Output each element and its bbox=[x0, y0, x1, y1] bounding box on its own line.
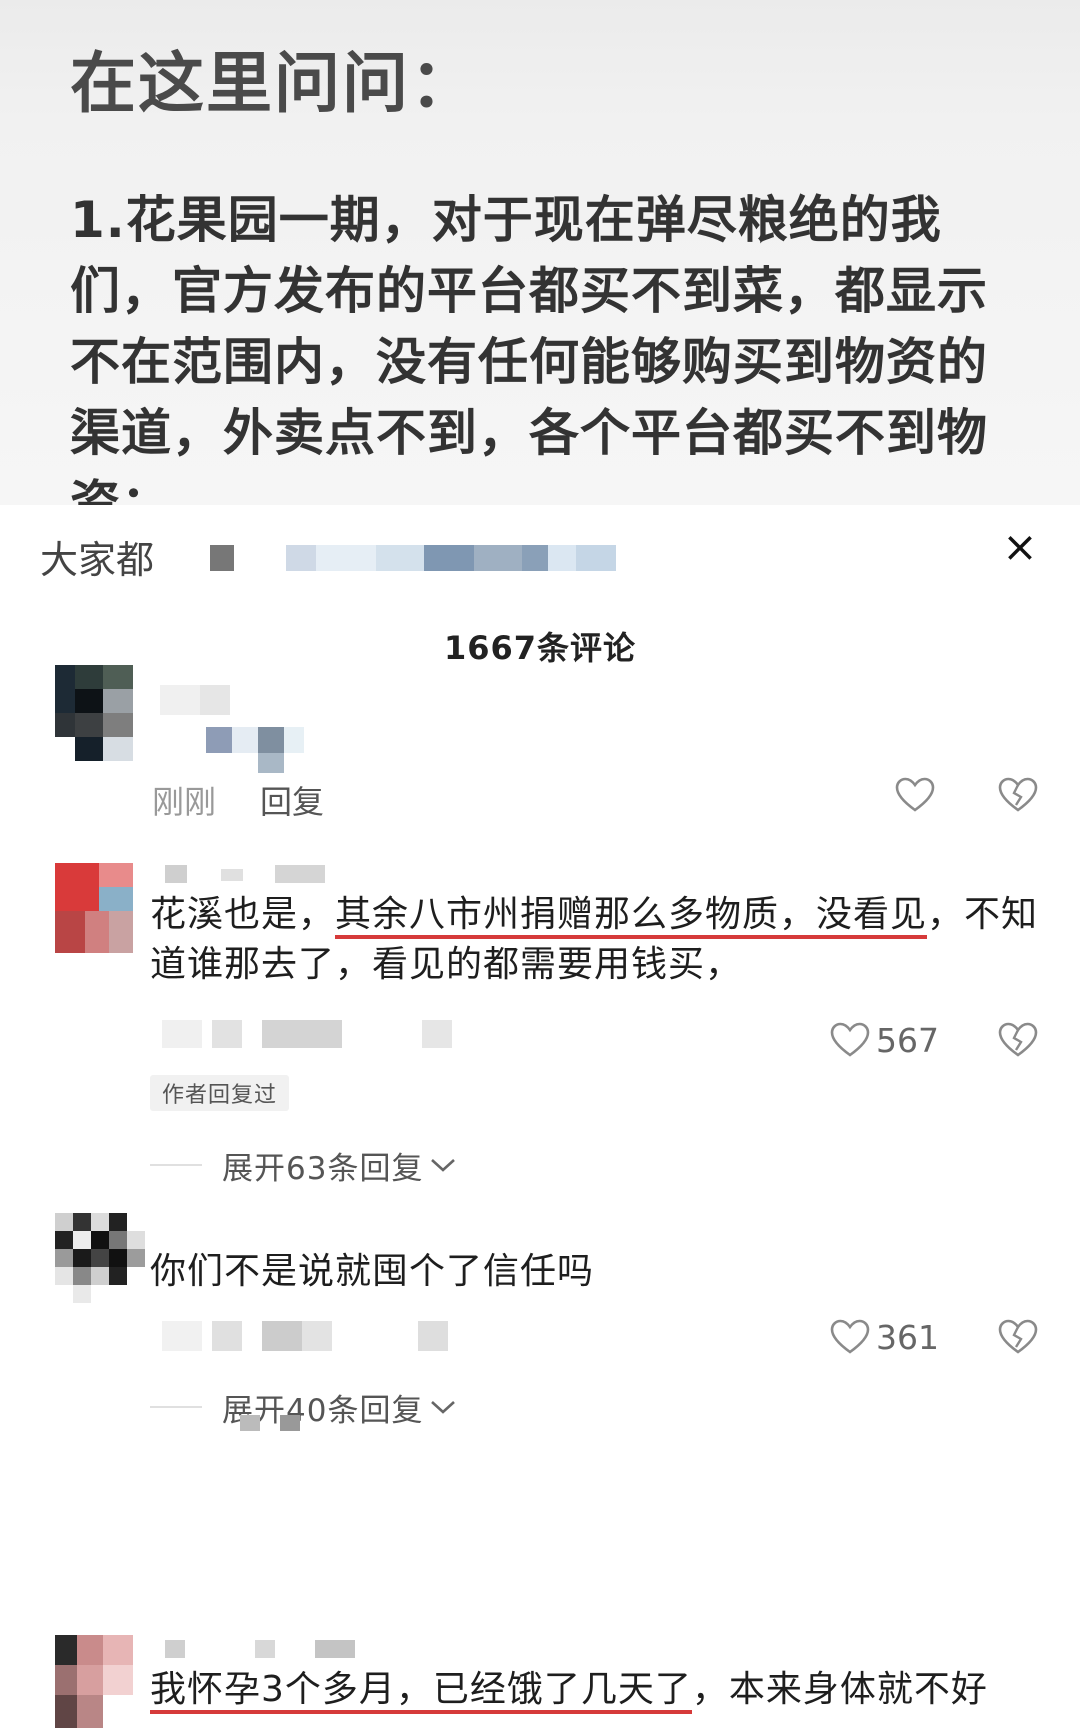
chevron-down-icon bbox=[431, 1401, 456, 1414]
like-button[interactable] bbox=[895, 775, 945, 815]
heart-outline-icon bbox=[830, 1319, 870, 1354]
post-body: 1.花果园一期，对于现在弹尽粮绝的我们，官方发布的平台都买不到菜，都显示不在范围… bbox=[70, 191, 988, 505]
broken-heart-icon[interactable] bbox=[998, 1022, 1038, 1058]
divider bbox=[150, 1164, 202, 1166]
like-button[interactable]: 567 bbox=[830, 1020, 960, 1060]
expand-replies-button[interactable]: 展开63条回复 bbox=[150, 1145, 457, 1187]
broken-heart-icon[interactable] bbox=[998, 777, 1038, 813]
like-count: 361 bbox=[876, 1317, 939, 1357]
comment-text: 花溪也是，其余八市州捐赠那么多物质，没看见，不知道谁那去了，看见的都需要用钱买， bbox=[150, 894, 1039, 985]
comment-item: 你们不是说就囤个了信任吗 361 展开40条回复 bbox=[0, 1205, 1080, 1495]
avatar[interactable] bbox=[55, 863, 133, 953]
close-icon[interactable]: × bbox=[1000, 525, 1040, 569]
redacted-meta bbox=[152, 1317, 492, 1353]
avatar[interactable] bbox=[55, 665, 133, 761]
heart-outline-icon bbox=[830, 1022, 870, 1057]
chevron-down-icon bbox=[431, 1159, 456, 1172]
comment-text: 你们不是说就囤个了信任吗 bbox=[150, 1251, 595, 1292]
post-preview: 在这里问问： 1.花果园一期，对于现在弹尽粮绝的我们，官方发布的平台都买不到菜，… bbox=[0, 0, 1080, 505]
redacted-username bbox=[165, 865, 335, 885]
avatar[interactable] bbox=[55, 1635, 133, 1728]
reply-button[interactable]: 回复 bbox=[260, 777, 324, 823]
highlighted-text: 其余八市州捐赠那么多物质，没看见 bbox=[335, 894, 928, 939]
like-count: 567 bbox=[876, 1020, 939, 1060]
divider bbox=[150, 1406, 202, 1408]
avatar[interactable] bbox=[55, 1213, 145, 1303]
comment-sheet: 大家都 × 1667条评论 刚刚 回复 花溪也是，其余八市州捐赠那么多物质，没看… bbox=[0, 505, 1080, 1728]
heart-outline-icon bbox=[895, 777, 935, 812]
redacted-meta bbox=[152, 1020, 502, 1050]
broken-heart-icon[interactable] bbox=[998, 1319, 1038, 1355]
author-replied-badge: 作者回复过 bbox=[150, 1075, 290, 1111]
sheet-note-text: 大家都 bbox=[40, 538, 155, 582]
redacted-mosaic bbox=[240, 1413, 320, 1433]
like-button[interactable]: 361 bbox=[830, 1317, 960, 1357]
comment-item: 刚刚 回复 bbox=[0, 655, 1080, 855]
redacted-username bbox=[165, 1640, 425, 1660]
highlighted-text: 我怀孕3个多月，已经饿了几天了 bbox=[150, 1669, 692, 1714]
redacted-username bbox=[150, 675, 320, 773]
post-heading: 在这里问问： bbox=[70, 45, 478, 122]
comment-time: 刚刚 bbox=[152, 783, 217, 821]
redacted-mosaic bbox=[190, 545, 630, 573]
comment-item: 花溪也是，其余八市州捐赠那么多物质，没看见，不知道谁那去了，看见的都需要用钱买，… bbox=[0, 855, 1080, 1195]
comment-item: 我怀孕3个多月，已经饿了几天了，本来身体就不好 bbox=[0, 1635, 1080, 1728]
comment-text: 我怀孕3个多月，已经饿了几天了，本来身体就不好 bbox=[150, 1665, 1050, 1715]
